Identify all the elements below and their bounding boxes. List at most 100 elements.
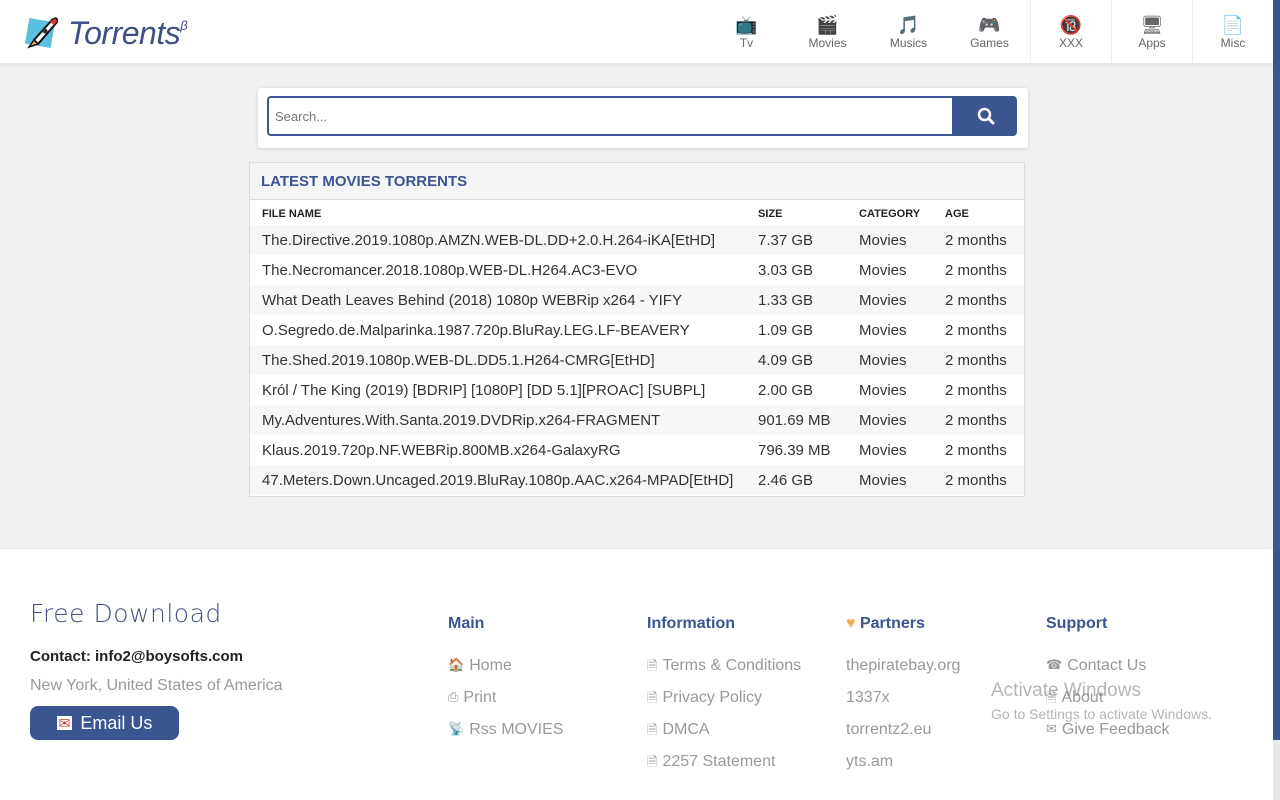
cell-file-name[interactable]: The.Directive.2019.1080p.AMZN.WEB-DL.DD+… (250, 225, 758, 255)
footer-link[interactable]: 🗎 Privacy Policy (647, 689, 801, 721)
footer-link[interactable]: ☎ Contact Us (1046, 657, 1170, 689)
cell-size: 1.09 GB (758, 321, 814, 339)
nav-label: Apps (1138, 36, 1166, 50)
cell-age: 2 months (945, 261, 1007, 279)
cell-age: 2 months (945, 285, 1024, 315)
scrollbar[interactable] (1273, 0, 1280, 800)
search-input[interactable] (267, 96, 954, 136)
email-us-button[interactable]: ✉ Email Us (30, 706, 179, 740)
search-bar (258, 88, 1028, 148)
cell-category: Movies (859, 405, 945, 435)
table-row[interactable]: The.Directive.2019.1080p.AMZN.WEB-DL.DD+… (250, 225, 1024, 255)
cell-file-name[interactable]: The.Shed.2019.1080p.WEB-DL.DD5.1.H264-CM… (250, 345, 758, 375)
link-label: DMCA (662, 721, 710, 738)
table-row[interactable]: Król / The King (2019) [BDRIP] [1080P] [… (250, 375, 1024, 405)
nav-label: Games (970, 36, 1009, 50)
link-icon: 🏠 (448, 657, 465, 672)
link-label: Give Feedback (1061, 721, 1170, 738)
table-row[interactable]: The.Shed.2019.1080p.WEB-DL.DD5.1.H264-CM… (250, 345, 1024, 375)
cell-size: 1.33 GB (758, 285, 859, 315)
cell-file-name[interactable]: My.Adventures.With.Santa.2019.DVDRip.x26… (250, 405, 758, 435)
table-row[interactable]: My.Adventures.With.Santa.2019.DVDRip.x26… (250, 405, 1024, 435)
cell-category: Movies (859, 285, 945, 315)
nav-misc[interactable]: 📄 Misc (1192, 0, 1273, 64)
link-icon: 🗎 (1046, 690, 1057, 705)
link-icon: ⎙ (448, 689, 459, 704)
nav-label: Musics (889, 36, 928, 50)
footer-link[interactable]: 🗎 2257 Statement (647, 753, 801, 785)
nav-apps[interactable]: 🖥 Apps (1111, 0, 1192, 64)
cell-file-name[interactable]: Klaus.2019.720p.NF.WEBRip.800MB.x264-Gal… (250, 435, 758, 465)
footer-link[interactable]: 🗎 About (1046, 689, 1170, 721)
musics-icon: 🎵 (897, 15, 920, 35)
nav-tv[interactable]: 📺 Tv (706, 0, 787, 64)
nav-xxx[interactable]: 🔞 XXX (1030, 0, 1111, 64)
table-row[interactable]: What Death Leaves Behind (2018) 1080p WE… (250, 285, 1024, 315)
envelope-icon: ✉ (56, 715, 73, 731)
cell-file-name[interactable]: Król / The King (2019) [BDRIP] [1080P] [… (250, 375, 758, 405)
link-label: yts.am (846, 753, 894, 770)
scrollbar-thumb[interactable] (1273, 0, 1280, 740)
cell-file-name[interactable]: The.Necromancer.2018.1080p.WEB-DL.H264.A… (250, 255, 758, 285)
cell-age: 2 months (945, 381, 1007, 399)
cell-size: 796.39 MB (758, 441, 831, 459)
col-file-name: FILE NAME (262, 207, 322, 220)
footer-link[interactable]: yts.am (846, 753, 960, 785)
table-row[interactable]: O.Segredo.de.Malparinka.1987.720p.BluRay… (250, 315, 1024, 345)
table-row[interactable]: 47.Meters.Down.Uncaged.2019.BluRay.1080p… (250, 465, 1024, 495)
main-title: Main (448, 615, 485, 632)
beta-badge: β (180, 18, 188, 33)
footer-link[interactable]: torrentz2.eu (846, 721, 960, 753)
footer-col-main: Main 🏠 Home ⎙ Print 📡 Rss MOVIES (448, 615, 563, 753)
cell-size: 2.00 GB (758, 381, 814, 399)
cell-age: 2 months (945, 441, 1007, 459)
col-category: CATEGORY (859, 207, 921, 220)
link-label: Rss MOVIES (469, 721, 564, 738)
nav-musics[interactable]: 🎵 Musics (868, 0, 949, 64)
cell-size: 7.37 GB (758, 225, 859, 255)
xxx-icon: 🔞 (1059, 15, 1083, 35)
footer-link[interactable]: 🗎 DMCA (647, 721, 801, 753)
footer-link[interactable]: thepiratebay.org (846, 657, 960, 689)
cell-file-name[interactable]: What Death Leaves Behind (2018) 1080p WE… (250, 285, 758, 315)
table-row[interactable]: The.Necromancer.2018.1080p.WEB-DL.H264.A… (250, 255, 1024, 285)
col-age: AGE (945, 207, 969, 220)
col-size: SIZE (758, 207, 783, 220)
link-label: Print (463, 689, 497, 706)
cell-age: 2 months (945, 405, 1024, 435)
cell-category: Movies (859, 225, 945, 255)
address: New York, United States of America (30, 677, 283, 694)
footer-link[interactable]: 1337x (846, 689, 960, 721)
rocket-icon (24, 17, 59, 49)
games-icon: 🎮 (978, 15, 1001, 35)
search-button[interactable] (954, 96, 1017, 136)
contact-email: Contact: info2@boysofts.com (30, 648, 243, 665)
footer-title: Free Download (30, 599, 222, 628)
footer-link[interactable]: ⎙ Print (448, 689, 563, 721)
heart-icon: ♥ (846, 615, 856, 632)
cell-file-name[interactable]: 47.Meters.Down.Uncaged.2019.BluRay.1080p… (250, 465, 758, 495)
nav-movies[interactable]: 🎬 Movies (787, 0, 868, 64)
cell-size: 3.03 GB (758, 261, 814, 279)
logo[interactable]: Torrents β (24, 14, 188, 52)
cell-file-name[interactable]: O.Segredo.de.Malparinka.1987.720p.BluRay… (250, 315, 758, 345)
link-label: About (1061, 689, 1104, 706)
footer-link[interactable]: ✉ Give Feedback (1046, 721, 1170, 753)
footer-link[interactable]: 🗎 Terms & Conditions (647, 657, 801, 689)
cell-category: Movies (859, 345, 945, 375)
cell-age: 2 months (945, 225, 1024, 255)
nav-label: XXX (1058, 36, 1083, 50)
link-label: torrentz2.eu (846, 721, 932, 738)
nav-label: Tv (739, 36, 754, 50)
information-title: Information (647, 615, 735, 632)
apps-icon: 🖥 (1140, 15, 1164, 35)
footer-col-information: Information 🗎 Terms & Conditions 🗎 Privacy P… (647, 615, 801, 785)
nav-games[interactable]: 🎮 Games (949, 0, 1030, 64)
cell-category: Movies (859, 381, 907, 399)
footer-link[interactable]: 📡 Rss MOVIES (448, 721, 563, 753)
email-us-label: Email Us (80, 712, 153, 733)
table-row[interactable]: Klaus.2019.720p.NF.WEBRip.800MB.x264-Gal… (250, 435, 1024, 465)
footer-link[interactable]: 🏠 Home (448, 657, 563, 689)
category-nav: 📺 Tv 🎬 Movies 🎵 Musics 🎮 Games 🔞 XXX 🖥 Apps 📄 Misc (706, 0, 1273, 64)
link-icon: ✉ (1046, 721, 1057, 736)
